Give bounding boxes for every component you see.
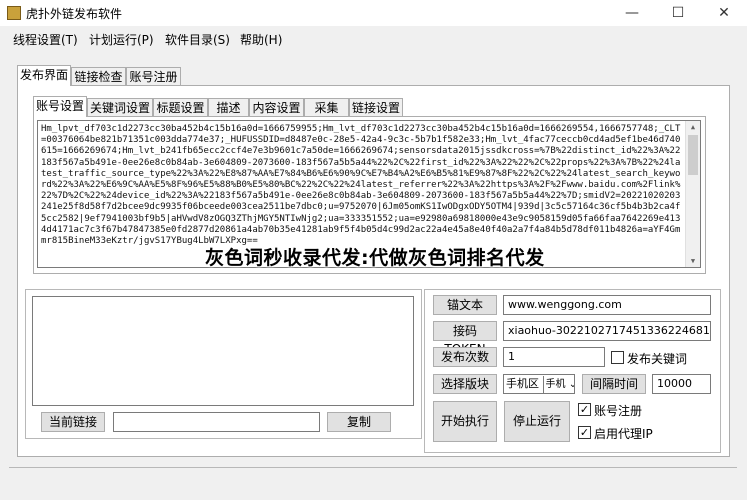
subtab-link-settings[interactable]: 链接设置 bbox=[349, 98, 403, 117]
menu-bar: 线程设置(T) 计划运行(P) 软件目录(S) 帮助(H) bbox=[0, 28, 747, 50]
interval-input[interactable]: 10000 bbox=[652, 374, 711, 394]
chevron-down-icon: ⌄ bbox=[569, 379, 574, 390]
version-sub-select[interactable]: 手机 ⌄ bbox=[542, 376, 574, 393]
interval-label[interactable]: 间隔时间 bbox=[582, 374, 646, 394]
account-register-label: 账号注册 bbox=[594, 404, 643, 418]
tab-link-check[interactable]: 链接检查 bbox=[71, 67, 126, 86]
stop-button[interactable]: 停止运行 bbox=[504, 401, 570, 442]
copy-button[interactable]: 复制 bbox=[327, 412, 391, 432]
cookie-text: Hm_lpvt_df703c1d2273cc30ba452b4c15b16a0d… bbox=[41, 124, 681, 247]
select-version-label[interactable]: 选择版块 bbox=[433, 374, 497, 394]
subtab-collect[interactable]: 采集 bbox=[304, 98, 349, 117]
window-title: 虎扑外链发布软件 bbox=[26, 7, 123, 21]
token-input[interactable]: xiaohuo-30221027174513362246819б5 bbox=[503, 321, 711, 341]
log-listbox[interactable] bbox=[32, 296, 414, 406]
subtab-title-settings[interactable]: 标题设置 bbox=[153, 98, 208, 117]
subtab-content-settings[interactable]: 内容设置 bbox=[249, 98, 304, 117]
close-button[interactable]: ✕ bbox=[701, 0, 747, 26]
subtab-keyword-settings[interactable]: 关键词设置 bbox=[87, 98, 153, 117]
proxy-checkbox[interactable]: ✓ bbox=[578, 426, 591, 439]
maximize-button[interactable]: ☐ bbox=[655, 0, 701, 26]
scroll-thumb[interactable] bbox=[688, 135, 698, 175]
menu-thread-settings[interactable]: 线程设置(T) bbox=[13, 31, 78, 48]
publish-keyword-label: 发布关键词 bbox=[627, 352, 688, 366]
token-label[interactable]: 接码TOKEN bbox=[433, 321, 497, 356]
publish-keyword-checkbox[interactable] bbox=[611, 351, 624, 364]
status-bar-divider bbox=[9, 467, 737, 468]
subtab-account-settings[interactable]: 账号设置 bbox=[33, 96, 87, 117]
menu-schedule[interactable]: 计划运行(P) bbox=[89, 31, 154, 48]
proxy-label: 启用代理IP bbox=[594, 427, 653, 441]
current-link-input[interactable] bbox=[113, 412, 320, 432]
anchor-text-label[interactable]: 锚文本 bbox=[433, 295, 497, 315]
subtab-description[interactable]: 描述 bbox=[208, 98, 249, 117]
cookie-scrollbar[interactable]: ▲ ▼ bbox=[685, 121, 700, 267]
version-select[interactable]: 手机区 手机 ⌄ bbox=[503, 374, 575, 394]
menu-help[interactable]: 帮助(H) bbox=[240, 31, 282, 48]
scroll-down-icon[interactable]: ▼ bbox=[686, 255, 700, 267]
current-link-button[interactable]: 当前链接 bbox=[41, 412, 105, 432]
menu-software-dir[interactable]: 软件目录(S) bbox=[165, 31, 230, 48]
start-button[interactable]: 开始执行 bbox=[433, 401, 497, 442]
app-icon bbox=[7, 6, 21, 20]
publish-count-label[interactable]: 发布次数 bbox=[433, 347, 497, 367]
tab-account-register[interactable]: 账号注册 bbox=[126, 67, 181, 86]
scroll-up-icon[interactable]: ▲ bbox=[686, 121, 700, 133]
watermark-overlay-text: 灰色词秒收录代发:代做灰色词排名代发 bbox=[205, 247, 545, 269]
title-bar: 虎扑外链发布软件 — ☐ ✕ bbox=[0, 0, 747, 26]
minimize-button[interactable]: — bbox=[609, 0, 655, 26]
account-register-checkbox[interactable]: ✓ bbox=[578, 403, 591, 416]
version-sub-value: 手机 bbox=[545, 379, 566, 390]
anchor-text-input[interactable]: www.wenggong.com bbox=[503, 295, 711, 315]
publish-count-input[interactable]: 1 bbox=[503, 347, 605, 367]
version-select-value: 手机区 bbox=[506, 377, 539, 390]
tab-publish[interactable]: 发布界面 bbox=[17, 65, 71, 86]
